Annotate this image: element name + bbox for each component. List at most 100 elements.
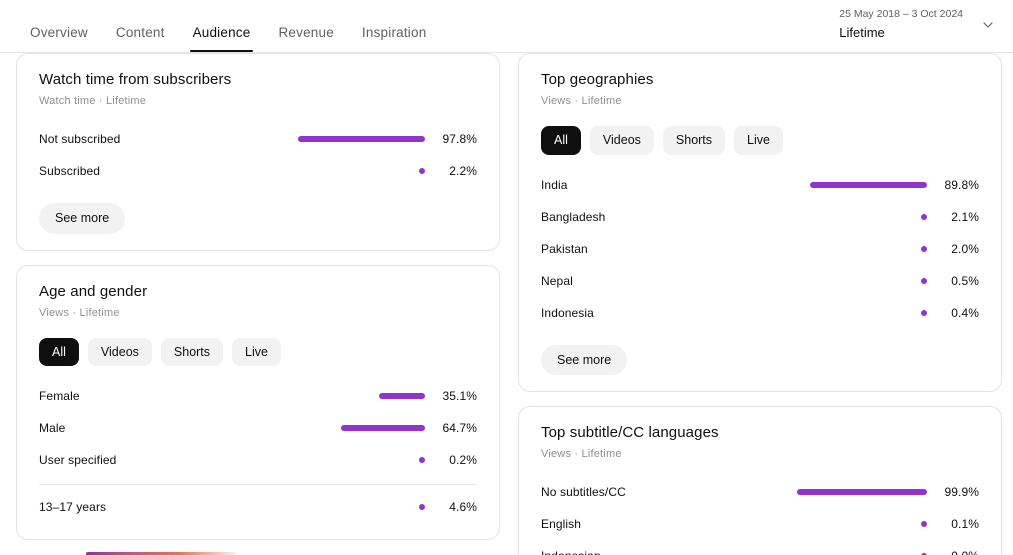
row-value: 99.9% <box>944 485 979 499</box>
row-value: 0.1% <box>951 517 979 531</box>
geography-rows: India 89.8% Bangladesh 2.1% Pakistan 2.0… <box>541 169 979 329</box>
table-row: Male 64.7% <box>39 412 477 444</box>
table-row: India 89.8% <box>541 169 979 201</box>
row-bar <box>797 489 927 495</box>
analytics-tabs: Overview Content Audience Revenue Inspir… <box>16 0 440 52</box>
see-more-button[interactable]: See more <box>541 344 628 375</box>
row-label: Male <box>39 421 66 435</box>
geographies-filter-chips: All Videos Shorts Live <box>541 126 979 155</box>
row-bar <box>379 393 425 399</box>
watch-time-rows: Not subscribed 97.8% Subscribed 2.2% <box>39 123 477 187</box>
card-age-and-gender: Age and gender Views · Lifetime All Vide… <box>16 264 500 540</box>
table-row: Subscribed 2.2% <box>39 155 477 187</box>
row-bar-track <box>541 521 927 527</box>
row-bar <box>921 309 927 316</box>
see-more-button[interactable]: See more <box>39 203 126 234</box>
chip-live[interactable]: Live <box>734 126 783 155</box>
date-range-selector[interactable]: 25 May 2018 – 3 Oct 2024 Lifetime <box>829 5 1003 44</box>
row-value: 64.7% <box>442 421 477 435</box>
table-row: Nepal 0.5% <box>541 265 979 297</box>
subtitle-language-rows: No subtitles/CC 99.9% English 0.1% <box>541 476 979 555</box>
row-label: Not subscribed <box>39 132 121 146</box>
table-row: Indonesian 0.0% <box>541 540 979 555</box>
row-value: 89.8% <box>944 177 979 192</box>
card-top-geographies: Top geographies Views · Lifetime All Vid… <box>518 53 1002 392</box>
table-row: Pakistan 2.0% <box>541 233 979 265</box>
row-label: 13–17 years <box>39 500 107 514</box>
row-value: 0.0% <box>935 549 979 555</box>
row-value: 97.8% <box>442 132 477 146</box>
row-value: 2.2% <box>449 164 477 178</box>
row-label: Subscribed <box>39 164 101 178</box>
chip-all[interactable]: All <box>541 126 581 155</box>
row-bar-track <box>39 393 425 399</box>
row-label: Nepal <box>541 273 573 288</box>
row-bar <box>297 136 425 142</box>
row-value: 0.5% <box>951 273 979 288</box>
right-column: Top geographies Views · Lifetime All Vid… <box>518 53 1002 555</box>
row-bar-track <box>39 425 425 431</box>
table-row: Not subscribed 97.8% <box>39 123 477 155</box>
table-row: 13–17 years 4.6% <box>39 491 477 523</box>
card-subtitle: Watch time · Lifetime <box>39 95 147 107</box>
row-label: India <box>541 177 568 192</box>
row-bar <box>419 457 425 463</box>
row-label: Pakistan <box>541 241 588 256</box>
tab-overview[interactable]: Overview <box>16 25 102 53</box>
chip-shorts[interactable]: Shorts <box>160 337 224 366</box>
row-bar <box>921 213 927 220</box>
card-subtitle: Views · Lifetime <box>541 95 622 107</box>
row-bar <box>810 181 927 188</box>
card-top-subtitle-cc-languages: Top subtitle/CC languages Views · Lifeti… <box>518 406 1002 555</box>
chevron-down-icon[interactable] <box>977 14 999 36</box>
chip-shorts[interactable]: Shorts <box>662 126 726 155</box>
tab-inspiration[interactable]: Inspiration <box>348 25 441 53</box>
row-value: 4.6% <box>449 500 477 514</box>
card-subtitle: Views · Lifetime <box>541 448 622 460</box>
date-range-preset: Lifetime <box>839 25 885 40</box>
row-value: 2.1% <box>951 209 979 224</box>
chip-live[interactable]: Live <box>232 337 281 366</box>
analytics-page: Overview Content Audience Revenue Inspir… <box>0 0 1013 555</box>
row-bar-track <box>541 181 927 188</box>
row-label: No subtitles/CC <box>541 485 626 499</box>
chip-videos[interactable]: Videos <box>87 337 152 366</box>
tab-revenue[interactable]: Revenue <box>264 25 347 53</box>
table-row: Bangladesh 2.1% <box>541 201 979 233</box>
chip-all[interactable]: All <box>39 337 79 366</box>
row-label: Bangladesh <box>541 209 606 224</box>
top-navigation-bar: Overview Content Audience Revenue Inspir… <box>0 0 1013 53</box>
row-label: Indonesian <box>541 549 601 555</box>
card-title: Age and gender <box>39 282 148 300</box>
card-title: Top subtitle/CC languages <box>541 424 719 441</box>
row-bar-track <box>541 277 927 284</box>
date-range-dates: 25 May 2018 – 3 Oct 2024 <box>839 8 963 20</box>
row-bar <box>921 245 927 252</box>
table-row: No subtitles/CC 99.9% <box>541 476 979 508</box>
chip-videos[interactable]: Videos <box>589 126 654 155</box>
section-divider <box>39 484 477 485</box>
row-value: 0.2% <box>449 453 477 467</box>
table-row: Female 35.1% <box>39 380 477 412</box>
row-label: Female <box>39 389 80 403</box>
card-title: Watch time from subscribers <box>39 71 232 88</box>
table-row: User specified 0.2% <box>39 444 477 476</box>
gender-rows: Female 35.1% Male 64.7% User specified 0… <box>39 380 477 476</box>
row-bar-track <box>541 309 927 316</box>
row-bar <box>419 504 425 510</box>
table-row: English 0.1% <box>541 508 979 540</box>
date-range-text: 25 May 2018 – 3 Oct 2024 Lifetime <box>839 7 963 42</box>
row-value: 2.0% <box>951 241 979 256</box>
row-value: 0.4% <box>951 305 979 320</box>
row-bar <box>921 521 927 527</box>
row-label: User specified <box>39 453 117 467</box>
row-value: 35.1% <box>442 389 477 403</box>
row-bar <box>921 277 927 284</box>
age-rows: 13–17 years 4.6% <box>39 491 477 523</box>
tab-content[interactable]: Content <box>102 25 179 53</box>
tab-audience[interactable]: Audience <box>179 25 265 53</box>
card-watch-time-from-subscribers: Watch time from subscribers Watch time ·… <box>16 53 500 251</box>
row-bar-track <box>541 245 927 252</box>
table-row: Indonesia 0.4% <box>541 297 979 329</box>
age-gender-filter-chips: All Videos Shorts Live <box>39 337 477 366</box>
